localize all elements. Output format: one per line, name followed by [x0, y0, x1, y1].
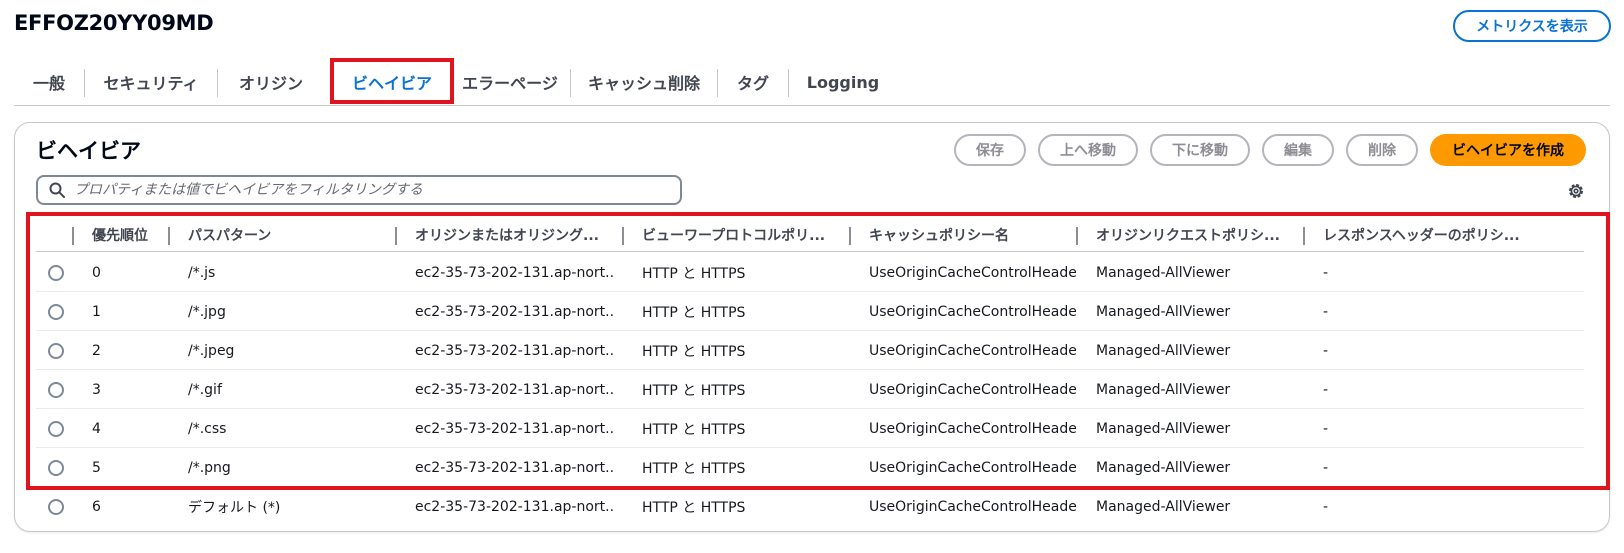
filter-input[interactable] — [74, 182, 664, 198]
table-row[interactable]: 6 デフォルト (*) ec2-35-73-202-131.ap-nort...… — [36, 487, 1584, 526]
cell-origin-request-policy: Managed-AllViewer — [1096, 498, 1231, 515]
cell-origin: ec2-35-73-202-131.ap-nort... — [415, 498, 615, 515]
tab-origins[interactable]: オリジン — [218, 63, 324, 101]
active-tab-highlight — [330, 58, 454, 104]
cell-response-headers-policy: - — [1323, 498, 1329, 515]
cell-cache-policy: UseOriginCacheControlHeaders — [869, 498, 1076, 515]
create-behavior-button[interactable]: ビヘイビアを作成 — [1430, 134, 1586, 166]
tab-security[interactable]: セキュリティ — [85, 63, 217, 101]
delete-button[interactable]: 削除 — [1346, 134, 1418, 166]
cell-path-pattern: デフォルト (*) — [188, 499, 281, 516]
tab-tags[interactable]: タグ — [718, 63, 788, 101]
cell-viewer-protocol: HTTP と HTTPS — [642, 499, 746, 516]
save-button[interactable]: 保存 — [954, 134, 1026, 166]
panel-title: ビヘイビア — [36, 139, 141, 163]
cell-priority: 6 — [92, 498, 101, 515]
tab-general[interactable]: 一般 — [14, 63, 84, 101]
tab-bar: 一般 セキュリティ オリジン ビヘイビア エラーページ キャッシュ削除 タグ L… — [14, 59, 1610, 106]
edit-button[interactable]: 編集 — [1262, 134, 1334, 166]
row-radio[interactable] — [48, 499, 64, 515]
tab-logging[interactable]: Logging — [789, 63, 897, 101]
search-icon — [49, 182, 65, 198]
filter-field[interactable] — [36, 175, 682, 205]
gear-icon[interactable] — [1567, 182, 1585, 200]
view-metrics-button[interactable]: メトリクスを表示 — [1453, 10, 1611, 42]
move-up-button[interactable]: 上へ移動 — [1038, 134, 1138, 166]
table-highlight-box — [26, 212, 1610, 490]
move-down-button[interactable]: 下に移動 — [1150, 134, 1250, 166]
tab-invalidations[interactable]: キャッシュ削除 — [571, 63, 717, 101]
page-title: EFFOZ20YY09MD — [14, 11, 214, 35]
tab-error-pages[interactable]: エラーページ — [450, 63, 570, 101]
